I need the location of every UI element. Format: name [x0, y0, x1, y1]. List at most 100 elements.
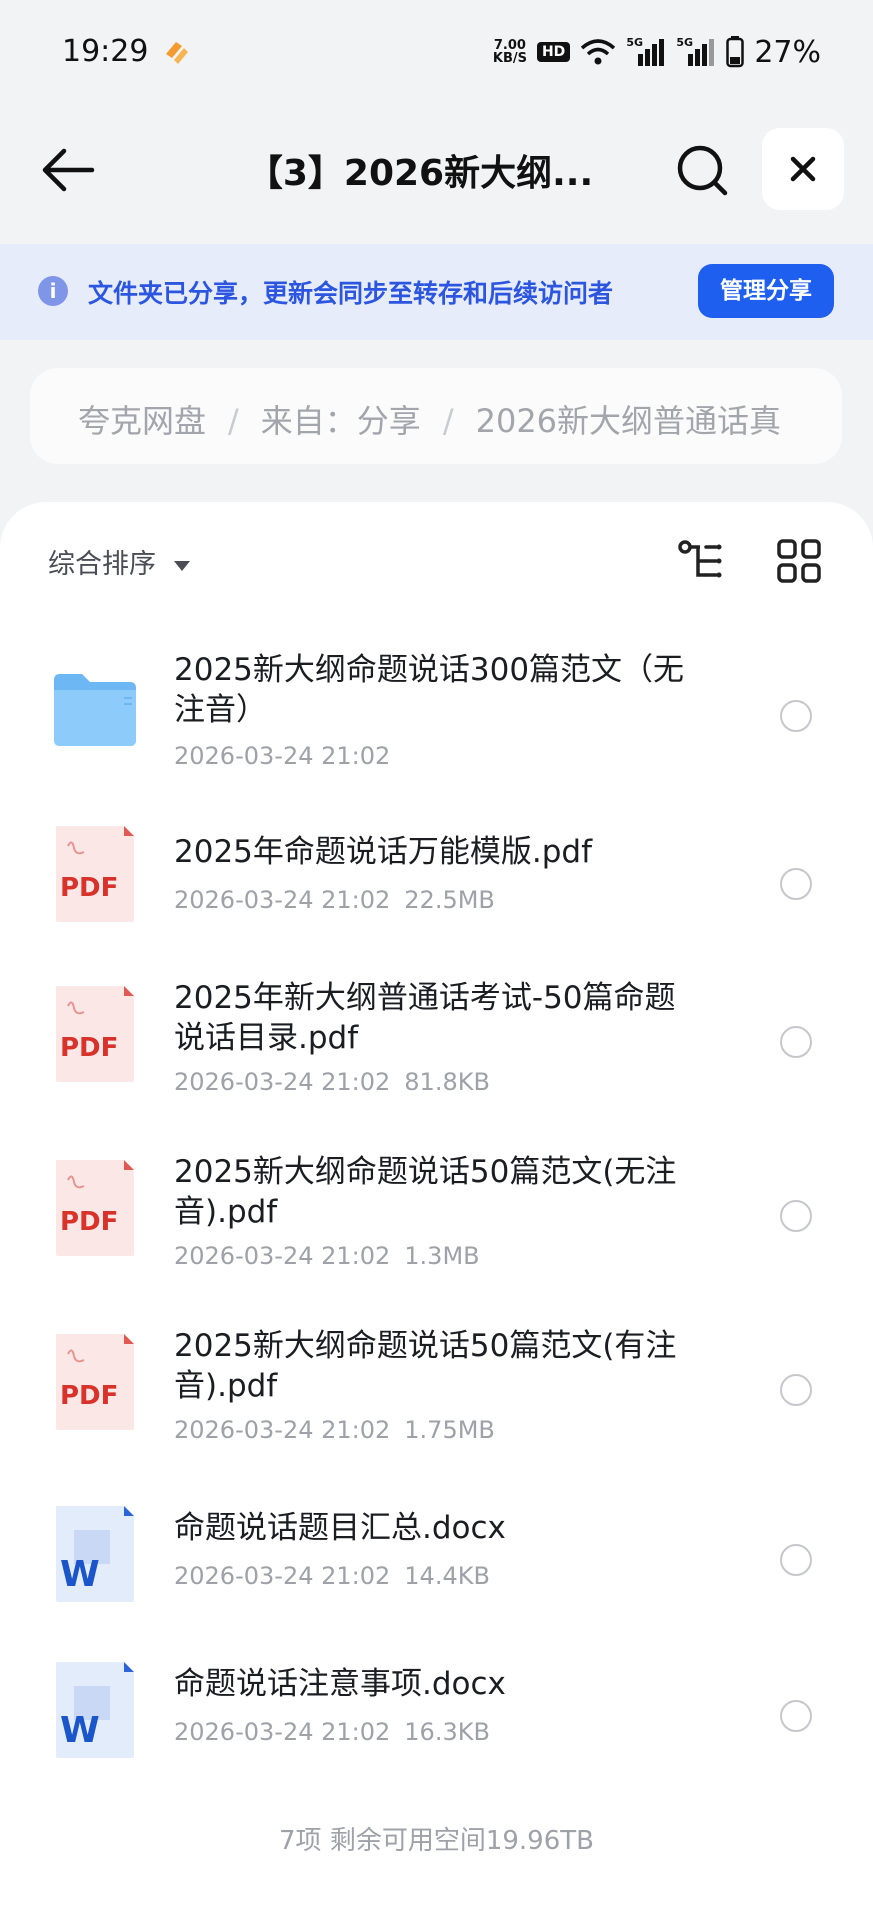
page-title: 【3】2026新大纲...	[246, 153, 594, 194]
file-name-line: 说话目录.pdf	[174, 1020, 359, 1056]
pdf-file-icon: PDF	[56, 826, 134, 922]
manage-share-button[interactable]: 管理分享	[698, 264, 834, 318]
word-file-icon: W	[56, 1506, 134, 1602]
select-radio[interactable]	[780, 1374, 812, 1406]
select-radio[interactable]	[780, 1200, 812, 1232]
file-size: 1.3MB	[404, 1242, 480, 1270]
share-notice-banner: i 文件夹已分享，更新会同步至转存和后续访问者 管理分享	[0, 244, 873, 340]
file-row[interactable]: 2025新大纲命题说话300篇范文（无 注音） 2026-03-24 21:02	[0, 642, 873, 792]
breadcrumb-item-root[interactable]: 夸克网盘	[78, 402, 206, 440]
wifi-icon	[581, 39, 616, 65]
file-date: 2026-03-24 21:02	[174, 1068, 391, 1096]
status-time: 19:29	[62, 34, 149, 69]
breadcrumb-item-share[interactable]: 来自：分享	[261, 402, 421, 440]
file-name-line: 命题说话题目汇总.docx	[174, 1510, 506, 1546]
word-file-icon: W	[56, 1662, 134, 1758]
network-speed-unit: KB/S	[492, 51, 527, 66]
file-date: 2026-03-24 21:02	[174, 1562, 391, 1590]
search-icon[interactable]	[670, 138, 734, 202]
file-name: 命题说话题目汇总.docx	[174, 1508, 694, 1548]
file-size: 81.8KB	[404, 1068, 490, 1096]
file-row[interactable]: PDF 2025新大纲命题说话50篇范文(无注 音).pdf 2026-03-2…	[0, 1144, 873, 1294]
pdf-file-icon: PDF	[56, 1334, 134, 1430]
back-arrow-icon[interactable]	[36, 138, 100, 202]
file-meta: 2026-03-24 21:02 1.75MB	[174, 1416, 495, 1444]
caret-down-icon	[174, 560, 190, 571]
file-name-line: 2025新大纲命题说话50篇范文(有注	[174, 1328, 677, 1364]
file-date: 2026-03-24 21:02	[174, 742, 391, 770]
share-notice-text: 文件夹已分享，更新会同步至转存和后续访问者	[88, 279, 614, 308]
word-label: W	[60, 1554, 100, 1595]
file-row[interactable]: W 命题说话注意事项.docx 2026-03-24 21:02 16.3KB	[0, 1648, 873, 1788]
file-size: 22.5MB	[404, 886, 495, 914]
word-label: W	[60, 1710, 100, 1751]
pdf-label: PDF	[60, 1207, 118, 1237]
select-radio[interactable]	[780, 1700, 812, 1732]
file-meta: 2026-03-24 21:02 1.3MB	[174, 1242, 480, 1270]
breadcrumb: 夸克网盘 / 来自：分享 / 2026新大纲普通话真	[30, 368, 842, 464]
file-meta: 2026-03-24 21:02 14.4KB	[174, 1562, 490, 1590]
file-name-line: 2025新大纲命题说话50篇范文(无注	[174, 1154, 677, 1190]
file-name-line: 2025年新大纲普通话考试-50篇命题	[174, 980, 676, 1016]
file-name-line: 命题说话注意事项.docx	[174, 1666, 506, 1702]
file-size: 14.4KB	[404, 1562, 490, 1590]
app-header: 【3】2026新大纲...	[0, 120, 873, 220]
file-date: 2026-03-24 21:02	[174, 1242, 391, 1270]
file-row[interactable]: PDF 2025新大纲命题说话50篇范文(有注 音).pdf 2026-03-2…	[0, 1318, 873, 1468]
select-radio[interactable]	[780, 868, 812, 900]
pdf-label: PDF	[60, 1381, 118, 1411]
info-icon: i	[38, 276, 68, 306]
breadcrumb-item-current: 2026新大纲普通话真	[475, 402, 782, 440]
pdf-file-icon: PDF	[56, 986, 134, 1082]
file-date: 2026-03-24 21:02	[174, 886, 391, 914]
app-notification-icon	[166, 42, 188, 64]
file-size: 1.75MB	[404, 1416, 495, 1444]
file-meta: 2026-03-24 21:02	[174, 742, 390, 770]
file-name-line: 2025新大纲命题说话300篇范文（无	[174, 652, 685, 688]
battery-percent: 27%	[754, 34, 821, 70]
file-name: 2025新大纲命题说话300篇范文（无 注音）	[174, 650, 694, 730]
select-radio[interactable]	[780, 1544, 812, 1576]
select-radio[interactable]	[780, 1026, 812, 1058]
file-name-line: 2025年命题说话万能模版.pdf	[174, 834, 593, 870]
file-date: 2026-03-24 21:02	[174, 1718, 391, 1746]
file-date: 2026-03-24 21:02	[174, 1416, 391, 1444]
pdf-label: PDF	[60, 873, 118, 903]
file-meta: 2026-03-24 21:02 16.3KB	[174, 1718, 490, 1746]
storage-footer: 7项 剩余可用空间19.96TB	[279, 1826, 594, 1856]
file-row[interactable]: W 命题说话题目汇总.docx 2026-03-24 21:02 14.4KB	[0, 1492, 873, 1632]
file-name: 2025年新大纲普通话考试-50篇命题 说话目录.pdf	[174, 978, 694, 1058]
status-icons: 7.00 KB/S HD 5G 5G 27%	[493, 32, 821, 72]
file-name: 2025新大纲命题说话50篇范文(有注 音).pdf	[174, 1326, 694, 1406]
breadcrumb-separator: /	[442, 402, 454, 440]
file-name: 命题说话注意事项.docx	[174, 1664, 694, 1704]
file-meta: 2026-03-24 21:02 22.5MB	[174, 886, 495, 914]
sort-dropdown[interactable]: 综合排序	[48, 542, 190, 581]
status-bar: 19:29 7.00 KB/S HD 5G 5G 27%	[0, 0, 873, 104]
file-name-line: 音).pdf	[174, 1194, 278, 1230]
pdf-label: PDF	[60, 1033, 118, 1063]
file-list-panel: 综合排序 2025新大纲命题说话300篇范文（无 注音） 2026-03-24 …	[0, 502, 873, 1920]
file-meta: 2026-03-24 21:02 81.8KB	[174, 1068, 490, 1096]
file-name: 2025年命题说话万能模版.pdf	[174, 832, 694, 872]
file-row[interactable]: PDF 2025年命题说话万能模版.pdf 2026-03-24 21:02 22…	[0, 812, 873, 952]
signal-2-icon: 5G	[676, 36, 716, 68]
battery-icon	[726, 36, 745, 68]
sort-label: 综合排序	[48, 549, 156, 580]
hd-voice-icon: HD	[536, 42, 571, 62]
tree-view-icon[interactable]	[676, 536, 726, 586]
file-name-line: 音).pdf	[174, 1368, 278, 1404]
select-radio[interactable]	[780, 700, 812, 732]
grid-view-icon[interactable]	[776, 538, 822, 584]
file-size: 16.3KB	[404, 1718, 490, 1746]
file-name-line: 注音）	[174, 692, 267, 728]
file-name: 2025新大纲命题说话50篇范文(无注 音).pdf	[174, 1152, 694, 1232]
folder-icon	[54, 674, 136, 746]
close-button[interactable]	[762, 128, 844, 210]
signal-1-icon: 5G	[626, 36, 666, 68]
breadcrumb-separator: /	[228, 402, 239, 440]
close-icon	[790, 156, 816, 182]
file-row[interactable]: PDF 2025年新大纲普通话考试-50篇命题 说话目录.pdf 2026-03…	[0, 970, 873, 1120]
network-speed: 7.00 KB/S	[493, 39, 527, 65]
pdf-file-icon: PDF	[56, 1160, 134, 1256]
